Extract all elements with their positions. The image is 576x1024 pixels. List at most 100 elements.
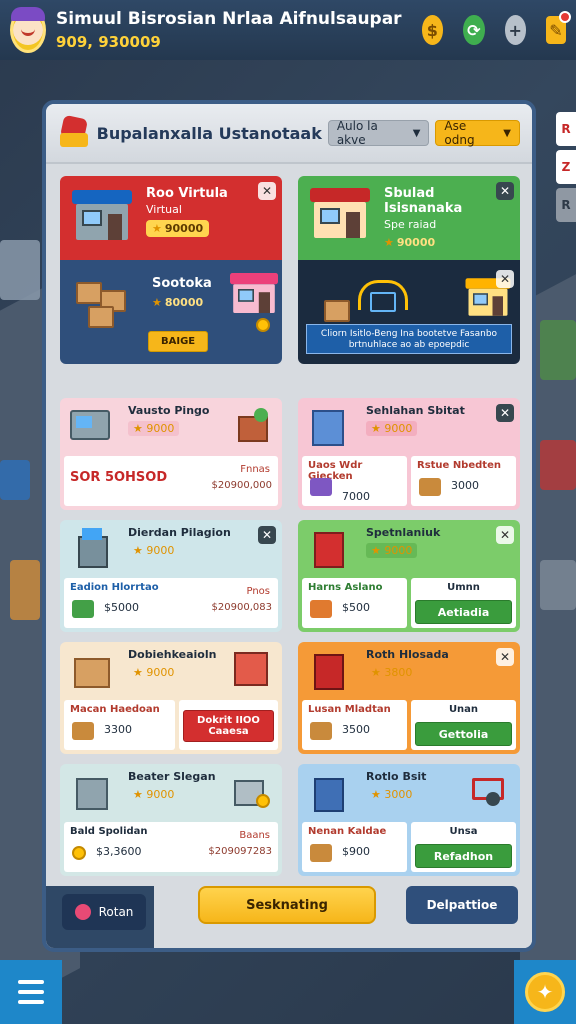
store-icon [234, 650, 272, 688]
item-action-box: Dokrit IIOO Caaesa [179, 700, 278, 750]
item-card-bottom: Lusan Mladtan 3500 Unan Gettolia [302, 700, 516, 750]
rotate-button[interactable]: Rotan [62, 894, 146, 930]
star-icon: ★ [371, 666, 381, 679]
menu-icon-bar [18, 1000, 44, 1004]
item-card-bottom: Bald Spolidan $3,3600 Baans $209097283 [64, 822, 278, 872]
close-icon[interactable]: ✕ [258, 526, 276, 544]
item-stat-value: 3000 [451, 479, 479, 492]
price-badge: ★ 90000 [384, 236, 435, 249]
close-icon[interactable]: ✕ [496, 182, 514, 200]
box-icon [72, 722, 94, 740]
close-icon[interactable]: ✕ [496, 648, 514, 666]
item-card-6[interactable]: Roth Hlosada ★ 3800 ✕ Lusan Mladtan 3500… [298, 642, 520, 754]
cart-icon [472, 772, 510, 810]
register-icon [234, 772, 272, 810]
item-card-5[interactable]: Dobiehkeaioln ★ 9000 Macan Haedoan 3300 … [60, 642, 282, 754]
price-badge: ★ 9000 [128, 421, 180, 436]
side-tab-3[interactable]: R [556, 188, 576, 222]
notification-dot [559, 11, 572, 23]
rotate-icon [74, 904, 91, 920]
building [540, 440, 576, 490]
item-name: Sehlahan Sbitat [366, 404, 465, 417]
box-icon [88, 306, 114, 328]
featured-card-2[interactable]: Sbulad Isisnanaka Spe raiad ★ 90000 ✕ ✕ C… [298, 176, 520, 364]
top-bar: Simuul Bisrosian Nrlaa Aifnulsaupar 909,… [0, 0, 576, 60]
chevron-down-icon: ▼ [503, 127, 511, 139]
filter-dropdown[interactable]: Aulo la akve ▼ [327, 119, 430, 147]
item-card-bottom: Harns Aslano $500 Umnn Aetiadia [302, 578, 516, 628]
item-stat-label: Fnnas [240, 464, 270, 475]
building [540, 560, 576, 610]
item-action-label: Umnn [447, 582, 480, 593]
item-card-4[interactable]: Spetnlaniuk ★ 9000 ✕ Harns Aslano $500 U… [298, 520, 520, 632]
item-action-label: Unan [448, 704, 479, 715]
item-price: 9000 [384, 422, 413, 435]
item-stat-box: Lusan Mladtan 3500 [302, 700, 407, 750]
item-card-2[interactable]: Sehlahan Sbitat ★ 9000 ✕ Uaos Wdr Giecke… [298, 398, 520, 510]
item-stat-box: Uaos Wdr Giecken 7000 [302, 456, 407, 506]
machine-icon [308, 772, 352, 812]
item-card-top: Roth Hlosada ★ 3800 ✕ [298, 642, 520, 698]
item-card-3[interactable]: Dierdan Pilagion ★ 9000 ✕ Eadion Hlorrta… [60, 520, 282, 632]
department-button[interactable]: Delpattioe [406, 886, 518, 924]
crate-icon [234, 406, 272, 444]
panel-footer: Rotan Sesknating Delpattioe [46, 886, 532, 948]
item-stat-value-2: $209097283 [208, 846, 272, 857]
side-tab-1[interactable]: R [556, 112, 576, 146]
main-action-button[interactable]: Sesknating [198, 886, 376, 924]
item-stat-value: 3500 [342, 723, 370, 736]
quick-action-button[interactable]: ✦ [514, 960, 576, 1024]
building [0, 460, 30, 500]
refresh-button[interactable]: Refadhon [415, 844, 512, 868]
item-price: 9000 [146, 666, 175, 679]
item-card-top: Vausto Pingo ★ 9000 [60, 398, 282, 454]
sort-dropdown[interactable]: Ase odng ▼ [435, 119, 520, 147]
unlock-button[interactable]: Dokrit IIOO Caaesa [183, 710, 274, 742]
tool-icon [310, 600, 332, 618]
star-icon: ★ [152, 222, 162, 235]
featured-subtitle: Virtual [146, 203, 182, 216]
close-icon[interactable]: ✕ [496, 270, 514, 288]
item-card-top: Dierdan Pilagion ★ 9000 ✕ [60, 520, 282, 576]
vending-icon [308, 528, 352, 568]
get-button[interactable]: Gettolia [415, 722, 512, 746]
close-icon[interactable]: ✕ [496, 526, 514, 544]
item-action-box: Umnn Aetiadia [411, 578, 516, 628]
activate-button[interactable]: Aetiadia [415, 600, 512, 624]
star-icon: ★ [133, 788, 143, 801]
item-stat-box: Rstue Nbedten 3000 [411, 456, 516, 506]
item-card-7[interactable]: Beater Slegan ★ 9000 Bald Spolidan $3,36… [60, 764, 282, 876]
menu-icon-bar [18, 990, 44, 994]
cart-icon [370, 292, 396, 312]
item-card-top: Beater Slegan ★ 9000 [60, 764, 282, 820]
star-icon: ★ [152, 296, 162, 309]
menu-button[interactable] [0, 960, 62, 1024]
box-icon [419, 478, 441, 496]
coin-icon[interactable]: $ [421, 15, 444, 45]
notes-icon[interactable]: ✎ [545, 11, 572, 44]
item-price: 3800 [384, 666, 413, 679]
gift-icon [310, 478, 332, 496]
star-icon: ★ [384, 236, 394, 249]
item-name: Dierdan Pilagion [128, 526, 231, 539]
item-card-top: Sehlahan Sbitat ★ 9000 ✕ [298, 398, 520, 454]
featured-name: Roo Virtula [146, 186, 228, 201]
item-action-box: Unsa Refadhon [411, 822, 516, 872]
buy-button[interactable]: BAIGE [148, 331, 209, 352]
item-card-8[interactable]: Rotlo Bsit ★ 3000 Nenan Kaldae $900 Unsa… [298, 764, 520, 876]
price-badge: ★ 3800 [366, 665, 417, 680]
close-icon[interactable]: ✕ [258, 182, 276, 200]
item-card-1[interactable]: Vausto Pingo ★ 9000 SOR 5OHSOD Fnnas $20… [60, 398, 282, 510]
item-price: 9000 [146, 422, 175, 435]
item-price: 9000 [146, 788, 175, 801]
building-icon [308, 406, 352, 446]
featured-card-1[interactable]: Roo Virtula Virtual ★ 90000 ✕ Sootoka ★ 80… [60, 176, 282, 364]
item-card-bottom: Macan Haedoan 3300 Dokrit IIOO Caaesa [64, 700, 278, 750]
player-avatar[interactable] [10, 7, 46, 53]
filter-dropdown-label: Aulo la akve [336, 119, 378, 147]
box-icon [310, 722, 332, 740]
side-tab-2[interactable]: Z [556, 150, 576, 184]
close-icon[interactable]: ✕ [496, 404, 514, 422]
refresh-icon[interactable]: ⟳ [463, 15, 485, 45]
plus-icon[interactable]: + [504, 15, 526, 45]
